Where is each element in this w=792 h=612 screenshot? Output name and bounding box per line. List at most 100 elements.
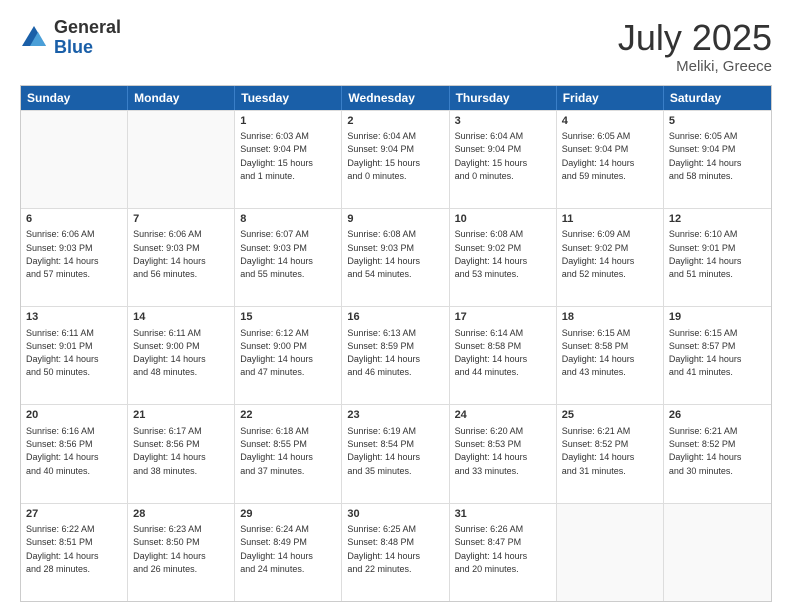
cell-text: Sunrise: 6:16 AM Sunset: 8:56 PM Dayligh… [26,426,99,476]
day-number: 6 [26,212,122,227]
cell-text: Sunrise: 6:04 AM Sunset: 9:04 PM Dayligh… [347,131,420,181]
day-number: 24 [455,408,551,423]
calendar-header-cell: Tuesday [235,86,342,110]
calendar-cell: 17 Sunrise: 6:14 AM Sunset: 8:58 PM Dayli… [450,307,557,404]
day-number: 20 [26,408,122,423]
calendar-cell: 3Sunrise: 6:04 AM Sunset: 9:04 PM Daylig… [450,111,557,208]
cell-text: Sunrise: 6:15 AM Sunset: 8:57 PM Dayligh… [669,328,742,378]
calendar-cell: 15 Sunrise: 6:12 AM Sunset: 9:00 PM Dayli… [235,307,342,404]
calendar-cell: 26 Sunrise: 6:21 AM Sunset: 8:52 PM Dayli… [664,405,771,502]
logo-general: General [54,18,121,38]
day-number: 30 [347,507,443,522]
calendar-header-cell: Thursday [450,86,557,110]
calendar-header-cell: Monday [128,86,235,110]
cell-text: Sunrise: 6:04 AM Sunset: 9:04 PM Dayligh… [455,131,528,181]
day-number: 18 [562,310,658,325]
calendar-cell: 18Sunrise: 6:15 AM Sunset: 8:58 PM Dayli… [557,307,664,404]
calendar-cell: 10 Sunrise: 6:08 AM Sunset: 9:02 PM Dayli… [450,209,557,306]
day-number: 10 [455,212,551,227]
cell-text: Sunrise: 6:11 AM Sunset: 9:01 PM Dayligh… [26,328,99,378]
day-number: 11 [562,212,658,227]
day-number: 5 [669,114,766,129]
day-number: 15 [240,310,336,325]
cell-text: Sunrise: 6:11 AM Sunset: 9:00 PM Dayligh… [133,328,206,378]
calendar-body: 1Sunrise: 6:03 AM Sunset: 9:04 PM Daylig… [21,110,771,601]
calendar-row: 1Sunrise: 6:03 AM Sunset: 9:04 PM Daylig… [21,110,771,208]
logo: General Blue [20,18,121,58]
day-number: 17 [455,310,551,325]
cell-text: Sunrise: 6:21 AM Sunset: 8:52 PM Dayligh… [669,426,742,476]
title-month: July 2025 [618,18,772,58]
day-number: 22 [240,408,336,423]
cell-text: Sunrise: 6:25 AM Sunset: 8:48 PM Dayligh… [347,524,420,574]
calendar-cell: 9 Sunrise: 6:08 AM Sunset: 9:03 PM Daylig… [342,209,449,306]
calendar-cell: 21Sunrise: 6:17 AM Sunset: 8:56 PM Dayli… [128,405,235,502]
cell-text: Sunrise: 6:13 AM Sunset: 8:59 PM Dayligh… [347,328,420,378]
calendar-cell: 29Sunrise: 6:24 AM Sunset: 8:49 PM Dayli… [235,504,342,601]
day-number: 28 [133,507,229,522]
calendar-cell: 7 Sunrise: 6:06 AM Sunset: 9:03 PM Daylig… [128,209,235,306]
calendar-cell: 25 Sunrise: 6:21 AM Sunset: 8:52 PM Dayli… [557,405,664,502]
calendar-cell: 1Sunrise: 6:03 AM Sunset: 9:04 PM Daylig… [235,111,342,208]
calendar-row: 6 Sunrise: 6:06 AM Sunset: 9:03 PM Daylig… [21,208,771,306]
calendar-cell: 2Sunrise: 6:04 AM Sunset: 9:04 PM Daylig… [342,111,449,208]
cell-text: Sunrise: 6:12 AM Sunset: 9:00 PM Dayligh… [240,328,313,378]
cell-text: Sunrise: 6:06 AM Sunset: 9:03 PM Dayligh… [26,229,99,279]
calendar: SundayMondayTuesdayWednesdayThursdayFrid… [20,85,772,602]
day-number: 27 [26,507,122,522]
cell-text: Sunrise: 6:06 AM Sunset: 9:03 PM Dayligh… [133,229,206,279]
calendar-header-cell: Friday [557,86,664,110]
calendar-cell: 8 Sunrise: 6:07 AM Sunset: 9:03 PM Daylig… [235,209,342,306]
cell-text: Sunrise: 6:05 AM Sunset: 9:04 PM Dayligh… [562,131,635,181]
cell-text: Sunrise: 6:22 AM Sunset: 8:51 PM Dayligh… [26,524,99,574]
calendar-cell: 20 Sunrise: 6:16 AM Sunset: 8:56 PM Dayli… [21,405,128,502]
cell-text: Sunrise: 6:08 AM Sunset: 9:02 PM Dayligh… [455,229,528,279]
calendar-header-cell: Sunday [21,86,128,110]
cell-text: Sunrise: 6:19 AM Sunset: 8:54 PM Dayligh… [347,426,420,476]
cell-text: Sunrise: 6:21 AM Sunset: 8:52 PM Dayligh… [562,426,635,476]
day-number: 21 [133,408,229,423]
day-number: 13 [26,310,122,325]
calendar-cell: 5Sunrise: 6:05 AM Sunset: 9:04 PM Daylig… [664,111,771,208]
day-number: 19 [669,310,766,325]
cell-text: Sunrise: 6:08 AM Sunset: 9:03 PM Dayligh… [347,229,420,279]
day-number: 8 [240,212,336,227]
calendar-header-cell: Wednesday [342,86,449,110]
calendar-cell [557,504,664,601]
header: General Blue July 2025 Meliki, Greece [20,18,772,75]
cell-text: Sunrise: 6:20 AM Sunset: 8:53 PM Dayligh… [455,426,528,476]
calendar-row: 27 Sunrise: 6:22 AM Sunset: 8:51 PM Dayli… [21,503,771,601]
day-number: 25 [562,408,658,423]
calendar-header-row: SundayMondayTuesdayWednesdayThursdayFrid… [21,86,771,110]
cell-text: Sunrise: 6:23 AM Sunset: 8:50 PM Dayligh… [133,524,206,574]
calendar-cell [664,504,771,601]
calendar-cell: 6 Sunrise: 6:06 AM Sunset: 9:03 PM Daylig… [21,209,128,306]
cell-text: Sunrise: 6:18 AM Sunset: 8:55 PM Dayligh… [240,426,313,476]
calendar-cell: 22 Sunrise: 6:18 AM Sunset: 8:55 PM Dayli… [235,405,342,502]
calendar-cell: 24 Sunrise: 6:20 AM Sunset: 8:53 PM Dayli… [450,405,557,502]
calendar-cell: 31Sunrise: 6:26 AM Sunset: 8:47 PM Dayli… [450,504,557,601]
calendar-cell [21,111,128,208]
cell-text: Sunrise: 6:14 AM Sunset: 8:58 PM Dayligh… [455,328,528,378]
calendar-cell: 16 Sunrise: 6:13 AM Sunset: 8:59 PM Dayli… [342,307,449,404]
day-number: 16 [347,310,443,325]
cell-text: Sunrise: 6:24 AM Sunset: 8:49 PM Dayligh… [240,524,313,574]
calendar-cell: 12 Sunrise: 6:10 AM Sunset: 9:01 PM Dayli… [664,209,771,306]
calendar-cell [128,111,235,208]
day-number: 7 [133,212,229,227]
day-number: 9 [347,212,443,227]
title-block: July 2025 Meliki, Greece [618,18,772,75]
calendar-cell: 19 Sunrise: 6:15 AM Sunset: 8:57 PM Dayli… [664,307,771,404]
calendar-cell: 23Sunrise: 6:19 AM Sunset: 8:54 PM Dayli… [342,405,449,502]
calendar-header-cell: Saturday [664,86,771,110]
page: General Blue July 2025 Meliki, Greece Su… [0,0,792,612]
cell-text: Sunrise: 6:07 AM Sunset: 9:03 PM Dayligh… [240,229,313,279]
calendar-row: 20 Sunrise: 6:16 AM Sunset: 8:56 PM Dayli… [21,404,771,502]
calendar-cell: 13 Sunrise: 6:11 AM Sunset: 9:01 PM Dayli… [21,307,128,404]
day-number: 26 [669,408,766,423]
logo-text: General Blue [54,18,121,58]
day-number: 12 [669,212,766,227]
cell-text: Sunrise: 6:10 AM Sunset: 9:01 PM Dayligh… [669,229,742,279]
calendar-cell: 14Sunrise: 6:11 AM Sunset: 9:00 PM Dayli… [128,307,235,404]
logo-blue: Blue [54,38,121,58]
